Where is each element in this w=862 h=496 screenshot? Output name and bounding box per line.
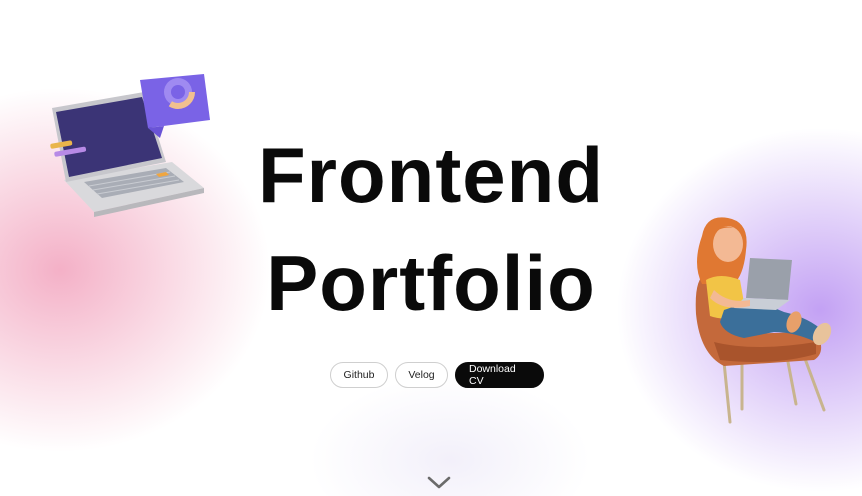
download-cv-button[interactable]: Download CV <box>455 362 544 388</box>
hero-title-line1: Frontend <box>258 131 604 219</box>
velog-button[interactable]: Velog <box>395 362 448 388</box>
github-button[interactable]: Github <box>330 362 388 388</box>
hero-buttons: Github Velog Download CV <box>330 362 544 388</box>
chevron-down-icon[interactable] <box>427 474 451 490</box>
girl-with-laptop-in-chair-illustration <box>695 217 832 424</box>
